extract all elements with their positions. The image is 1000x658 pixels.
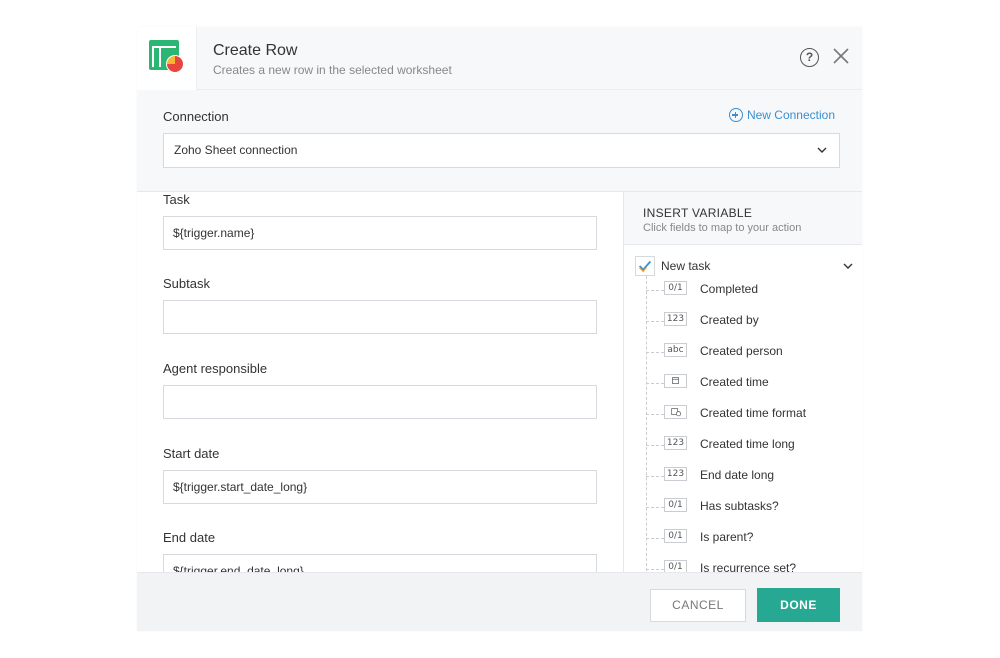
variable-group-label: New task [661,259,711,273]
insert-variable-header: INSERT VARIABLE Click fields to map to y… [624,192,862,245]
variable-item-label: Created by [700,313,759,327]
dialog-title: Create Row [213,42,298,59]
boolean-type-icon: 0/1 [664,498,687,512]
variable-item-label: Created time long [700,437,795,451]
variable-item-label: Created person [700,344,783,358]
zoho-sheet-app-icon [149,40,183,73]
chevron-down-icon [843,263,853,269]
variable-group-new-task[interactable]: New task [635,256,853,276]
close-icon[interactable] [831,46,851,66]
task-input[interactable]: ${trigger.name} [163,216,597,250]
number-type-icon: 123 [664,467,687,481]
field-label-end-date: End date [163,530,216,545]
start-date-input[interactable]: ${trigger.start_date_long} [163,470,597,504]
variable-item-created-time-format[interactable]: Created time format [646,405,856,423]
boolean-type-icon: 0/1 [664,529,687,543]
connection-selected-value: Zoho Sheet connection [174,143,298,157]
dialog-footer: CANCEL DONE [137,572,862,631]
dialog-subtitle: Creates a new row in the selected worksh… [213,63,452,77]
variable-item-created-by[interactable]: 123 Created by [646,312,856,330]
variable-item-label: Has subtasks? [700,499,779,513]
variable-item-completed[interactable]: 0/1 Completed [646,281,856,299]
calendar-type-icon [664,374,687,388]
variable-item-label: Is recurrence set? [700,561,797,572]
boolean-type-icon: 0/1 [664,281,687,295]
end-date-input[interactable]: ${trigger.end_date_long} [163,554,597,572]
field-mapping-form: Task ${trigger.name} Subtask Agent respo… [137,192,623,572]
variable-item-is-recurrence-set[interactable]: 0/1 Is recurrence set? [646,560,856,572]
insert-variable-title: INSERT VARIABLE [643,206,753,220]
new-connection-link[interactable]: New Connection [728,108,835,122]
variable-item-created-time[interactable]: Created time [646,374,856,392]
insert-variable-panel: INSERT VARIABLE Click fields to map to y… [623,192,862,572]
variable-item-created-person[interactable]: abc Created person [646,343,856,361]
variable-item-label: Created time format [700,406,807,420]
variable-item-label: Completed [700,282,759,296]
chevron-down-icon [817,147,827,153]
new-connection-label: New Connection [746,108,835,122]
subtask-input[interactable] [163,300,597,334]
variable-item-is-parent[interactable]: 0/1 Is parent? [646,529,856,547]
app-icon-container [137,27,197,90]
dialog-header: Create Row Creates a new row in the sele… [137,27,862,90]
variable-item-label: Created time [700,375,769,389]
insert-variable-subtitle: Click fields to map to your action [643,222,802,234]
field-label-task: Task [163,192,190,207]
connection-label: Connection [163,109,229,124]
number-type-icon: 123 [664,436,687,450]
number-type-icon: 123 [664,312,687,326]
field-label-agent: Agent responsible [163,361,268,376]
cancel-button[interactable]: CANCEL [650,589,746,622]
plus-circle-icon [728,108,743,122]
field-label-start-date: Start date [163,446,220,461]
variable-item-has-subtasks[interactable]: 0/1 Has subtasks? [646,498,856,516]
variable-item-label: End date long [700,468,775,482]
calendar-clock-type-icon [664,405,687,419]
text-type-icon: abc [664,343,687,357]
boolean-type-icon: 0/1 [664,560,687,572]
variable-item-created-time-long[interactable]: 123 Created time long [646,436,856,454]
field-label-subtask: Subtask [163,276,210,291]
connection-select[interactable]: Zoho Sheet connection [163,133,840,168]
done-button[interactable]: DONE [757,588,840,622]
create-row-dialog: Create Row Creates a new row in the sele… [137,27,862,631]
variable-item-label: Is parent? [700,530,754,544]
variable-item-end-date-long[interactable]: 123 End date long [646,467,856,485]
task-check-icon [635,256,655,276]
agent-responsible-input[interactable] [163,385,597,419]
connection-section: Connection New Connection Zoho Sheet con… [137,90,862,192]
help-button[interactable]: ? [800,48,819,67]
